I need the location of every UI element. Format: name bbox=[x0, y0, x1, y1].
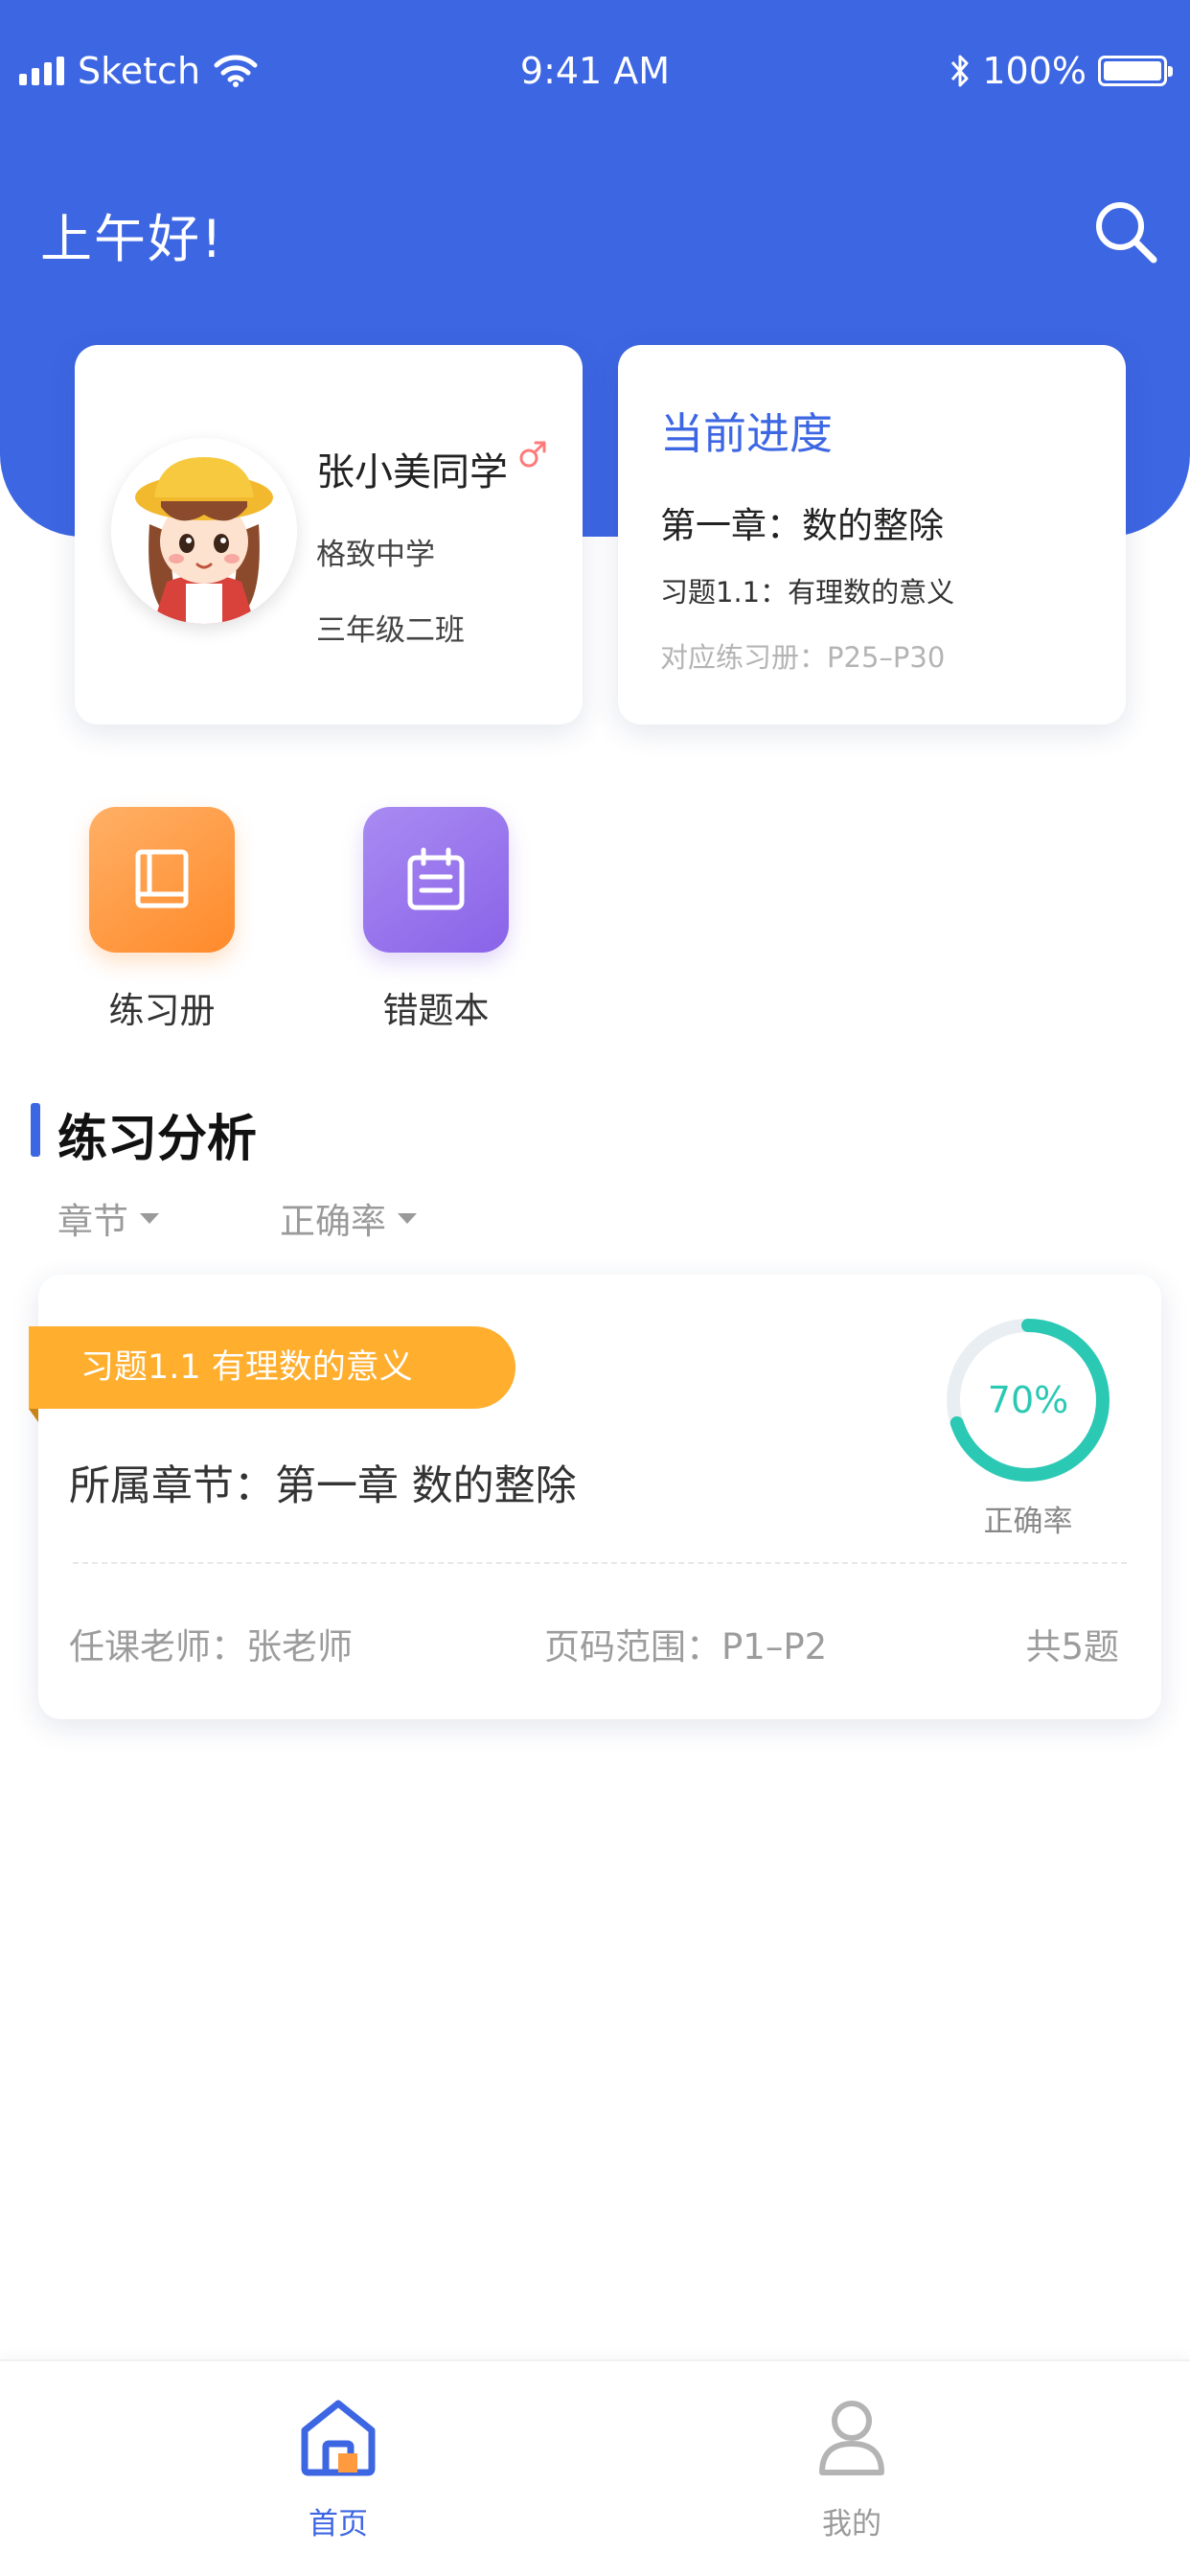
battery-percent: 100% bbox=[982, 50, 1087, 92]
bottom-tab-bar: 首页 我的 bbox=[0, 2359, 1190, 2576]
home-icon bbox=[301, 2400, 376, 2476]
workbook-tile bbox=[89, 807, 235, 953]
chapter-filter-label: 章节 bbox=[57, 1201, 128, 1242]
battery-fill bbox=[1104, 61, 1161, 80]
section-accent-bar bbox=[31, 1103, 40, 1157]
person-icon bbox=[819, 2401, 884, 2475]
search-button[interactable] bbox=[1090, 196, 1161, 267]
progress-exercise: 习题1.1：有理数的意义 bbox=[660, 576, 955, 609]
tab-home-label: 首页 bbox=[309, 2507, 368, 2542]
profile-card[interactable]: 张小美同学 格致中学 三年级二班 bbox=[75, 345, 583, 724]
avatar bbox=[111, 438, 297, 624]
bluetooth-icon bbox=[951, 55, 969, 87]
student-name: 张小美同学 bbox=[316, 450, 508, 494]
workbook-label: 练习册 bbox=[108, 990, 216, 1031]
status-bar: Sketch 9:41 AM 100% bbox=[0, 0, 1190, 144]
mistake-notebook-tile bbox=[363, 807, 509, 953]
accuracy-value: 70% bbox=[987, 1379, 1069, 1421]
greeting-title: 上午好! bbox=[40, 209, 224, 269]
question-count: 共5题 bbox=[1025, 1626, 1119, 1668]
caret-down-icon bbox=[398, 1212, 417, 1224]
mistake-notebook-label: 错题本 bbox=[382, 990, 490, 1031]
progress-chapter: 第一章：数的整除 bbox=[660, 505, 944, 546]
girl-avatar-illustration bbox=[111, 438, 297, 624]
section-title: 练习分析 bbox=[57, 1111, 258, 1168]
accuracy-label: 正确率 bbox=[983, 1505, 1073, 1539]
exercise-tag: 习题1.1 有理数的意义 bbox=[29, 1326, 515, 1409]
workbook-button[interactable]: 练习册 bbox=[52, 807, 272, 1033]
dashed-divider bbox=[73, 1562, 1127, 1564]
search-icon bbox=[1096, 202, 1157, 264]
tag-fold bbox=[29, 1409, 38, 1422]
tab-home[interactable]: 首页 bbox=[195, 2394, 482, 2542]
exercise-chapter: 所属章节：第一章 数的整除 bbox=[69, 1462, 577, 1510]
workbook-icon bbox=[135, 849, 189, 908]
school-name: 格致中学 bbox=[316, 538, 435, 572]
battery-icon bbox=[1098, 56, 1173, 86]
calendar-notebook-icon bbox=[407, 847, 465, 910]
tab-mine-label: 我的 bbox=[822, 2507, 881, 2542]
caret-down-icon bbox=[140, 1212, 159, 1224]
progress-workbook-pages: 对应练习册：P25–P30 bbox=[660, 641, 946, 674]
mistake-notebook-button[interactable]: 错题本 bbox=[326, 807, 546, 1033]
exercise-analysis-card[interactable]: 习题1.1 有理数的意义 所属章节：第一章 数的整除 70% 正确率 任课老师：… bbox=[29, 1275, 1161, 1719]
class-name: 三年级二班 bbox=[316, 613, 465, 648]
status-right: 100% bbox=[950, 50, 1173, 92]
progress-title: 当前进度 bbox=[660, 408, 834, 459]
teacher-info: 任课老师：张老师 bbox=[69, 1626, 353, 1668]
accuracy-filter-label: 正确率 bbox=[280, 1201, 386, 1242]
male-symbol-icon bbox=[519, 441, 546, 468]
page-range-info: 页码范围：P1–P2 bbox=[544, 1626, 828, 1668]
current-progress-card[interactable]: 当前进度 第一章：数的整除 习题1.1：有理数的意义 对应练习册：P25–P30 bbox=[618, 345, 1126, 724]
accuracy-filter-dropdown[interactable]: 正确率 bbox=[280, 1192, 417, 1244]
tab-mine[interactable]: 我的 bbox=[708, 2394, 995, 2542]
chapter-filter-dropdown[interactable]: 章节 bbox=[57, 1192, 159, 1244]
